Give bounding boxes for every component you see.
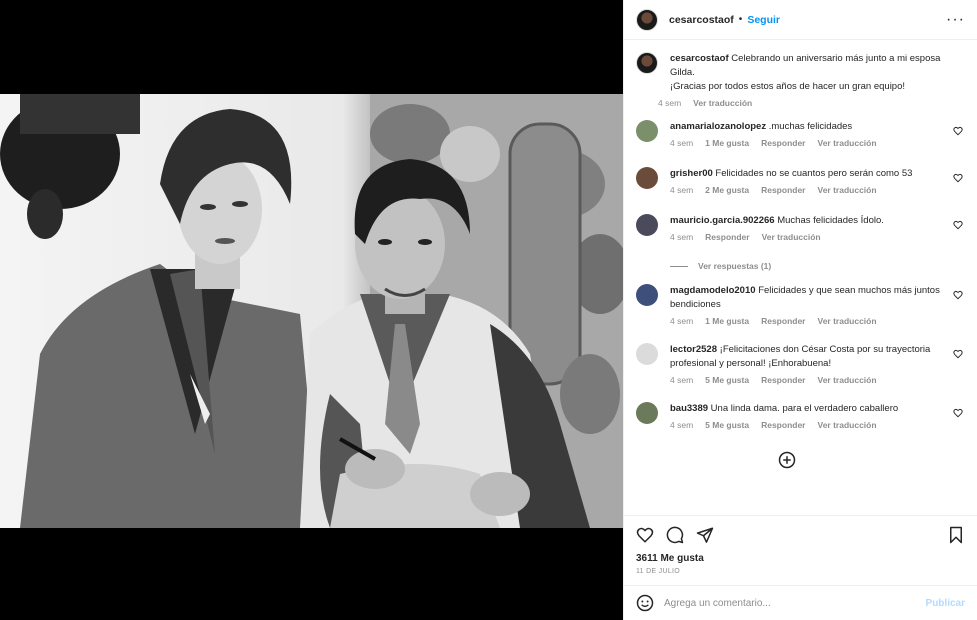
- translate-button[interactable]: Ver traducción: [818, 185, 877, 195]
- heart-icon[interactable]: [953, 220, 963, 230]
- share-icon[interactable]: [696, 526, 714, 544]
- action-icons: [636, 524, 965, 546]
- comment-meta: 4 sem 2 Me gusta Responder Ver traducción: [670, 185, 912, 195]
- comments-list[interactable]: cesarcostaof Celebrando un aniversario m…: [624, 40, 977, 515]
- load-more-icon[interactable]: [778, 451, 796, 469]
- caption-text: cesarcostaof Celebrando un aniversario m…: [670, 52, 965, 94]
- caption-line-2: ¡Gracias por todos estos años de hacer u…: [670, 81, 906, 92]
- comment-text: bau3389 Una linda dama. para el verdader…: [670, 402, 898, 416]
- caption-username[interactable]: cesarcostaof: [670, 53, 729, 64]
- post-header: cesarcostaof • Seguir ···: [624, 0, 977, 40]
- add-comment-bar: Publicar: [624, 585, 977, 620]
- more-icon[interactable]: ···: [946, 11, 965, 29]
- save-icon[interactable]: [947, 526, 965, 544]
- follow-button[interactable]: Seguir: [747, 14, 780, 26]
- comment-item: anamarialozanolopez .muchas felicidades 4…: [636, 120, 965, 148]
- caption-time[interactable]: 4 sem: [658, 98, 681, 108]
- author-avatar[interactable]: [636, 8, 658, 31]
- comment-meta: 4 sem 5 Me gusta Responder Ver traducción: [670, 375, 943, 385]
- post-photo[interactable]: [0, 94, 623, 528]
- heart-icon[interactable]: [953, 349, 963, 359]
- likes-count[interactable]: 3611 Me gusta: [636, 553, 965, 564]
- post-media: [0, 0, 623, 620]
- comment-item: bau3389 Una linda dama. para el verdader…: [636, 402, 965, 430]
- view-replies-label[interactable]: Ver respuestas (1): [698, 261, 771, 271]
- translate-button[interactable]: Ver traducción: [762, 232, 821, 242]
- comment-item: lector2528 ¡Felicitaciones don César Cos…: [636, 343, 965, 385]
- heart-icon[interactable]: [953, 126, 963, 136]
- comment-text: mauricio.garcia.902266 Muchas felicidade…: [670, 214, 884, 228]
- translate-button[interactable]: Ver traducción: [818, 375, 877, 385]
- commenter-username[interactable]: mauricio.garcia.902266: [670, 215, 775, 226]
- comment-text: anamarialozanolopez .muchas felicidades: [670, 120, 877, 134]
- heart-icon[interactable]: [953, 408, 963, 418]
- comment-likes[interactable]: 5 Me gusta: [705, 420, 749, 430]
- commenter-avatar[interactable]: [636, 284, 658, 306]
- comment-item: magdamodelo2010 Felicidades y que sean m…: [636, 284, 965, 326]
- post-actions: 3611 Me gusta 11 DE JULIO: [624, 515, 977, 575]
- translate-button[interactable]: Ver traducción: [818, 316, 877, 326]
- comment-text: magdamodelo2010 Felicidades y que sean m…: [670, 284, 943, 312]
- reply-button[interactable]: Responder: [761, 316, 805, 326]
- post-modal: cesarcostaof • Seguir ··· cesarcostaof C…: [0, 0, 977, 620]
- commenter-avatar[interactable]: [636, 343, 658, 365]
- replies-line: [670, 265, 688, 267]
- comment-body: Felicidades no se cuantos pero serán com…: [715, 168, 913, 179]
- comment-text: lector2528 ¡Felicitaciones don César Cos…: [670, 343, 943, 371]
- comment-meta: 4 sem 5 Me gusta Responder Ver traducción: [670, 420, 898, 430]
- reply-button[interactable]: Responder: [761, 138, 805, 148]
- comment-text: grisher00 Felicidades no se cuantos pero…: [670, 167, 912, 181]
- comment-item: grisher00 Felicidades no se cuantos pero…: [636, 167, 965, 195]
- commenter-avatar[interactable]: [636, 214, 658, 236]
- comment-time[interactable]: 4 sem: [670, 138, 693, 148]
- separator-dot: •: [738, 14, 743, 25]
- caption-avatar[interactable]: [636, 52, 658, 74]
- comment-icon[interactable]: [666, 526, 684, 544]
- caption-meta: 4 sem Ver traducción: [658, 98, 965, 108]
- translate-button[interactable]: Ver traducción: [818, 138, 877, 148]
- reply-button[interactable]: Responder: [761, 185, 805, 195]
- comment-input[interactable]: [664, 597, 926, 609]
- comment-body: Muchas felicidades Ídolo.: [777, 215, 884, 226]
- commenter-username[interactable]: lector2528: [670, 344, 717, 355]
- reply-button[interactable]: Responder: [761, 375, 805, 385]
- comment-body: Una linda dama. para el verdadero caball…: [710, 403, 899, 414]
- comment-time[interactable]: 4 sem: [670, 185, 693, 195]
- reply-button[interactable]: Responder: [705, 232, 749, 242]
- comment-meta: 4 sem Responder Ver traducción: [670, 232, 884, 242]
- heart-icon[interactable]: [953, 290, 963, 300]
- comment-meta: 4 sem 1 Me gusta Responder Ver traducción: [670, 138, 877, 148]
- comment-likes[interactable]: 5 Me gusta: [705, 375, 749, 385]
- comment-likes[interactable]: 1 Me gusta: [705, 316, 749, 326]
- translate-button[interactable]: Ver traducción: [818, 420, 877, 430]
- commenter-username[interactable]: grisher00: [670, 168, 713, 179]
- comment-time[interactable]: 4 sem: [670, 232, 693, 242]
- comment-time[interactable]: 4 sem: [670, 420, 693, 430]
- caption: cesarcostaof Celebrando un aniversario m…: [636, 52, 965, 108]
- commenter-avatar[interactable]: [636, 167, 658, 189]
- author-username[interactable]: cesarcostaof: [669, 14, 734, 26]
- post-comment-button[interactable]: Publicar: [926, 598, 965, 609]
- post-sidebar: cesarcostaof • Seguir ··· cesarcostaof C…: [623, 0, 977, 620]
- post-date[interactable]: 11 DE JULIO: [636, 568, 965, 575]
- commenter-username[interactable]: bau3389: [670, 403, 708, 414]
- comment-likes[interactable]: 1 Me gusta: [705, 138, 749, 148]
- commenter-avatar[interactable]: [636, 402, 658, 424]
- comment-time[interactable]: 4 sem: [670, 375, 693, 385]
- emoji-icon[interactable]: [636, 594, 654, 612]
- commenter-username[interactable]: anamarialozanolopez: [670, 121, 766, 132]
- caption-translate[interactable]: Ver traducción: [693, 98, 752, 108]
- comment-time[interactable]: 4 sem: [670, 316, 693, 326]
- comment-body: .muchas felicidades: [768, 121, 853, 132]
- comment-item: mauricio.garcia.902266 Muchas felicidade…: [636, 214, 965, 271]
- view-replies-button[interactable]: Ver respuestas (1): [670, 261, 884, 271]
- reply-button[interactable]: Responder: [761, 420, 805, 430]
- commenter-avatar[interactable]: [636, 120, 658, 142]
- heart-icon[interactable]: [953, 173, 963, 183]
- commenter-username[interactable]: magdamodelo2010: [670, 285, 756, 296]
- comment-likes[interactable]: 2 Me gusta: [705, 185, 749, 195]
- heart-icon[interactable]: [636, 526, 654, 544]
- comment-meta: 4 sem 1 Me gusta Responder Ver traducción: [670, 316, 943, 326]
